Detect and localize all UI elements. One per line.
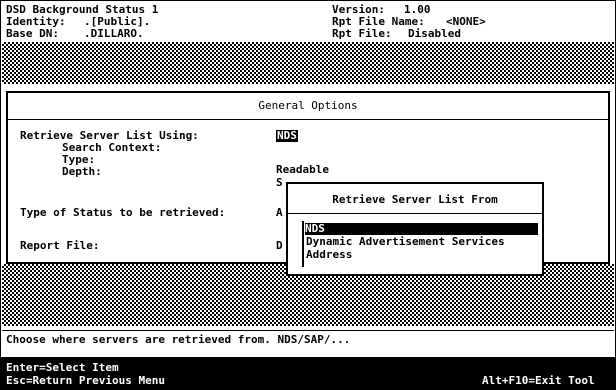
title-divider [8, 119, 608, 120]
popup-title-divider [288, 213, 542, 214]
exit-hint: Alt+F10=Exit Tool [482, 374, 595, 387]
popup-option-address[interactable]: Address [306, 249, 352, 261]
report-file-value[interactable]: D [276, 240, 283, 252]
esc-hint: Esc=Return Previous Menu [6, 374, 165, 387]
status-type-label: Type of Status to be retrieved: [20, 206, 226, 219]
depth-value[interactable]: S [276, 177, 283, 189]
retrieve-server-list-value[interactable]: NDS [276, 130, 298, 142]
popup-title: Retrieve Server List From [332, 193, 498, 206]
type-value[interactable]: Readable [276, 164, 329, 176]
rpt-file-value: Disabled [408, 27, 461, 40]
popup-list-border [302, 221, 304, 267]
status-type-value[interactable]: A [276, 207, 283, 219]
general-options-title: General Options [258, 99, 358, 112]
base-dn-value: .DILLARO. [84, 27, 144, 40]
status-divider [2, 330, 614, 331]
enter-hint: Enter=Select Item [6, 361, 119, 374]
depth-label: Depth: [62, 165, 102, 178]
background-pattern-top [2, 42, 614, 84]
popup-option-das[interactable]: Dynamic Advertisement Services [306, 236, 505, 248]
report-file-label: Report File: [20, 239, 100, 252]
rpt-file-label: Rpt File: [332, 27, 392, 40]
status-line: Choose where servers are retrieved from.… [6, 333, 351, 346]
base-dn-label: Base DN: [6, 27, 59, 40]
popup-option-nds[interactable]: NDS [305, 223, 538, 235]
